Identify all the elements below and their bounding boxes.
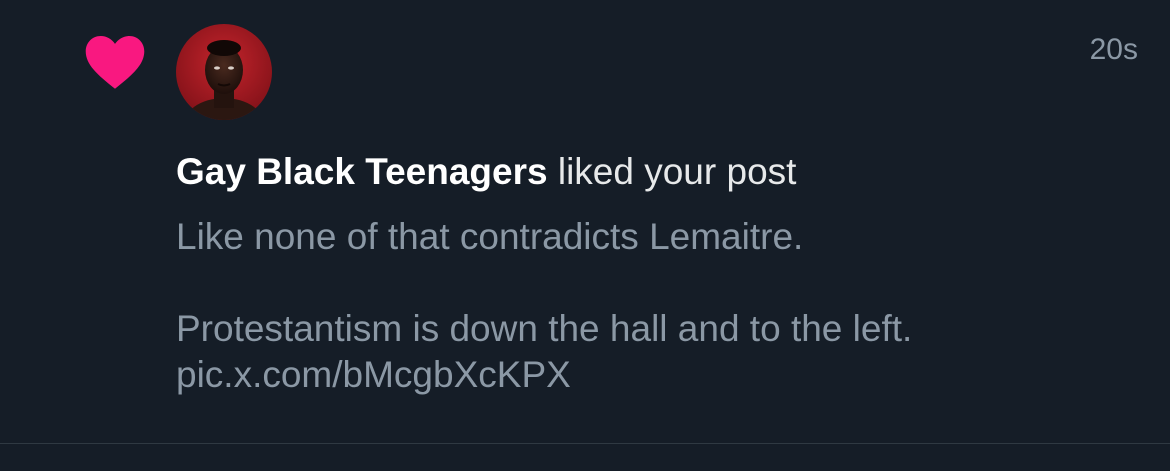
username-link[interactable]: Gay Black Teenagers	[176, 151, 548, 192]
next-notification-edge	[0, 444, 1170, 471]
post-preview[interactable]: Like none of that contradicts Lemaitre. …	[176, 214, 1136, 398]
heart-icon	[85, 36, 145, 89]
post-line: Like none of that contradicts Lemaitre.	[176, 216, 804, 257]
notification-headline: Gay Black Teenagers liked your post	[176, 150, 796, 194]
action-text: liked your post	[547, 151, 797, 192]
like-notification[interactable]: 20s Gay Black Teenagers liked your post …	[0, 0, 1170, 443]
post-link[interactable]: pic.x.com/bMcgbXcKPX	[176, 352, 1136, 398]
timestamp: 20s	[1089, 33, 1138, 66]
post-line: Protestantism is down the hall and to th…	[176, 308, 913, 349]
avatar[interactable]	[176, 24, 272, 120]
